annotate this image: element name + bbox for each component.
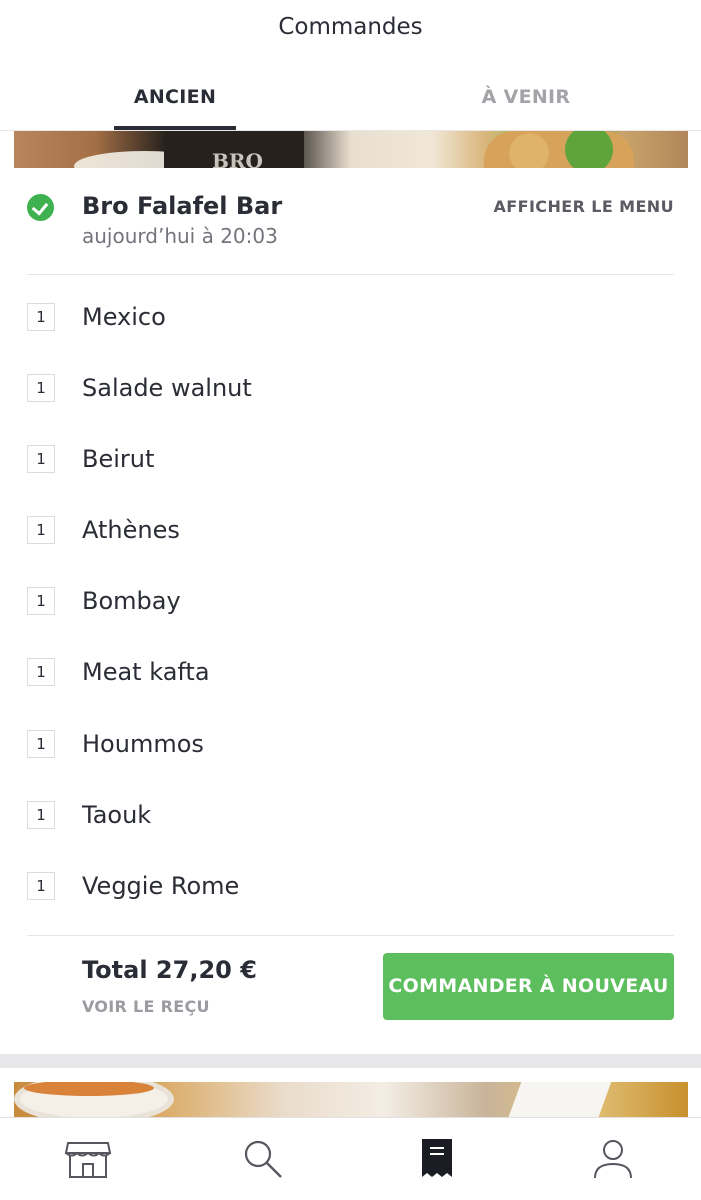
nav-home[interactable] [63,1136,113,1182]
list-item: 1 Meat kafta [0,642,701,713]
item-name: Athènes [82,516,180,545]
active-tab-indicator [114,126,236,130]
account-icon [594,1140,632,1179]
item-name: Beirut [82,445,155,474]
reorder-button[interactable]: COMMANDER À NOUVEAU [383,953,674,1020]
view-menu-link[interactable]: AFFICHER LE MENU [494,195,674,219]
list-item: 1 Beirut [0,429,701,500]
item-name: Taouk [82,800,152,829]
divider [27,935,674,936]
list-item: 1 Bombay [0,571,701,642]
list-item: 1 Athènes [0,500,701,571]
order-items-list: 1 Mexico 1 Salade walnut 1 Beirut 1 Athè… [0,287,701,927]
list-item: 1 Veggie Rome [0,856,701,927]
item-name: Salade walnut [82,374,252,403]
receipt-icon [422,1139,452,1177]
quantity-badge: 1 [27,658,55,687]
item-name: Bombay [82,587,181,616]
nav-orders[interactable] [412,1136,462,1182]
view-receipt-link[interactable]: VOIR LE REÇU [82,995,210,1019]
order-total: Total 27,20 € [82,956,257,984]
page-title: Commandes [278,14,423,40]
quantity-badge: 1 [27,729,55,758]
section-separator [0,1054,701,1068]
restaurant-hero-image [14,1082,688,1118]
store-icon [64,1142,112,1178]
quantity-badge: 1 [27,587,55,616]
list-item: 1 Hoummos [0,714,701,785]
quantity-badge: 1 [27,871,55,900]
tab-a-venir[interactable]: À VENIR [456,82,596,112]
quantity-badge: 1 [27,374,55,403]
quantity-badge: 1 [27,516,55,545]
restaurant-hero-image: BRO [14,131,688,168]
item-name: Meat kafta [82,658,210,687]
quantity-badge: 1 [27,445,55,474]
item-name: Mexico [82,303,166,331]
nav-search[interactable] [238,1136,288,1182]
item-name: Veggie Rome [82,871,240,900]
search-icon [244,1140,282,1178]
tab-ancien[interactable]: ANCIEN [114,82,236,112]
item-name: Hoummos [82,729,204,758]
nav-account[interactable] [588,1136,638,1182]
restaurant-name[interactable]: Bro Falafel Bar [82,190,282,222]
list-item: 1 Salade walnut [0,358,701,429]
divider [27,274,674,275]
order-date: aujourd’hui à 20:03 [82,224,278,248]
list-item: 1 Taouk [0,785,701,856]
bottom-navigation [0,1117,701,1200]
quantity-badge: 1 [27,303,55,331]
header: Commandes ANCIEN À VENIR [0,0,701,131]
quantity-badge: 1 [27,800,55,829]
list-item: 1 Mexico [0,287,701,358]
check-circle-icon [27,194,54,221]
